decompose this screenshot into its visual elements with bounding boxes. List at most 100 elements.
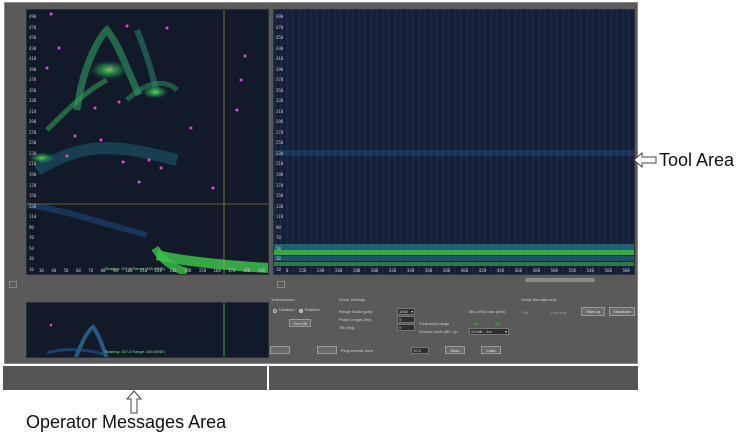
y-tick-label: 390 <box>29 66 37 72</box>
y-tick-label: 430 <box>29 45 37 51</box>
y-tick-label: 250 <box>276 140 284 146</box>
y-tick-label: 470 <box>29 24 37 30</box>
x-tick-label: 460 <box>514 268 523 273</box>
y-tick-label: 50 <box>29 245 34 251</box>
y-tick-label: 10 <box>276 266 281 272</box>
transmission-enabled-label: Enabled <box>305 307 320 312</box>
x-axis-labels-right: 0 220 240 260 280 300 320 340 360 380 400 420 440 460… <box>286 268 630 273</box>
x-tick-label: 50 <box>63 268 69 273</box>
transmission-title: Transmission <box>271 297 295 302</box>
y-tick-label: 10 <box>29 266 34 272</box>
source-level-label: Source Level (dB / 1µ <box>419 329 458 334</box>
operator-messages-arrow-icon <box>125 390 143 414</box>
x-tick-label: 180 <box>242 268 251 273</box>
y-tick-label: 250 <box>29 140 37 146</box>
y-axis-labels-right: 490 470 450 430 410 390 370 350 330 310 290 270 250 2… <box>276 14 283 272</box>
bottom-mid-button[interactable] <box>317 346 337 354</box>
y-tick-label: 490 <box>29 14 37 19</box>
y-tick-label: 410 <box>276 56 284 62</box>
ping-interval-label: Ping Interval (sec) <box>341 348 374 353</box>
y-tick-label: 390 <box>276 66 284 72</box>
y-tick-label: 150 <box>276 193 284 199</box>
tilt-input[interactable]: 0 <box>397 324 415 331</box>
chevron-down-icon: ▾ <box>504 329 507 334</box>
y-axis-labels-left: 490 470 450 430 410 390 370 350 330 310 290 270 250 2… <box>29 14 36 272</box>
y-tick-label: 310 <box>29 108 37 114</box>
y-tick-label: 450 <box>276 35 284 41</box>
y-tick-label: 30 <box>29 256 34 262</box>
x-tick-label: 340 <box>406 268 415 273</box>
right-display-corner-button[interactable] <box>277 281 285 288</box>
sonar-status-off: Off <box>523 310 529 315</box>
right-display-scrollbar[interactable] <box>525 278 595 282</box>
tilt-value: 0 <box>399 325 402 330</box>
x-tick-label: 540 <box>586 268 594 273</box>
sonar-status-running: Running <box>551 310 566 315</box>
y-tick-label: 430 <box>276 45 284 51</box>
sonar-shutdown-button[interactable]: Shutdown <box>609 307 635 316</box>
pulse-length-label: Pulse Length (ms) <box>339 317 372 322</box>
x-tick-label: 580 <box>622 268 630 273</box>
y-tick-label: 470 <box>276 24 284 30</box>
y-tick-label: 290 <box>29 119 37 125</box>
transmission-disabled-label: Disabled <box>279 307 295 312</box>
transmission-enabled-radio[interactable] <box>299 309 303 313</box>
x-tick-label: 220 <box>299 268 307 273</box>
left-display-corner-button[interactable] <box>9 281 17 288</box>
pulse-length-input[interactable]: 5 <box>397 316 415 323</box>
frequency-max-value[interactable]: 20 <box>495 321 499 326</box>
x-tick-label: 500 <box>550 268 558 273</box>
sonar-management-title: Sonar Management <box>521 297 557 302</box>
x-tick-label: 40 <box>51 268 57 273</box>
x-tick-label: 520 <box>568 268 576 273</box>
y-tick-label: 210 <box>276 161 284 167</box>
x-tick-label: 440 <box>496 268 505 273</box>
frequency-min-value[interactable]: 10 <box>473 321 477 326</box>
y-tick-label: 330 <box>29 98 37 104</box>
save-button[interactable]: Save <box>445 346 465 354</box>
x-tick-label: 30 <box>39 268 44 273</box>
tool-area-arrow-icon <box>633 151 657 169</box>
sonar-image-right <box>274 10 634 274</box>
y-tick-label: 90 <box>29 224 34 230</box>
y-tick-label: 270 <box>29 129 37 135</box>
left-display-info-label: Bearing: 107.3 Range: 345 (NNE) <box>105 266 166 271</box>
bottom-left-button[interactable] <box>270 346 290 354</box>
transmission-turn-off-button[interactable]: Turn Off <box>289 319 311 327</box>
x-tick-label: 480 <box>532 268 540 273</box>
y-tick-label: 30 <box>276 256 281 262</box>
sonar-bearing-range-display[interactable]: 490 470 450 430 410 390 370 350 330 310 290 270 250 2… <box>26 9 269 275</box>
sonar-waterfall-display[interactable]: 490 470 450 430 410 390 370 350 330 310 290 270 250 2… <box>273 9 635 275</box>
x-tick-label: 0 <box>286 268 289 273</box>
source-level-value: 220dB - 1m <box>471 329 492 334</box>
y-tick-label: 310 <box>276 108 284 114</box>
load-button[interactable]: Load <box>481 346 501 354</box>
y-tick-label: 490 <box>276 14 284 19</box>
y-tick-label: 190 <box>276 171 284 177</box>
y-tick-label: 170 <box>276 182 284 188</box>
ping-interval-input[interactable]: 10.0 <box>411 347 429 354</box>
y-tick-label: 230 <box>29 150 37 156</box>
source-level-select[interactable]: 220dB - 1m ▾ <box>469 328 509 335</box>
sonar-overview-display[interactable]: Bearing: 107.3 Range: 345 (NNE) <box>26 302 269 358</box>
frequency-range-label: Frequency range <box>419 321 450 326</box>
transmission-disabled-radio[interactable] <box>273 309 277 313</box>
range-scale-select[interactable]: 1000 ▾ <box>397 308 415 315</box>
y-tick-label: 270 <box>276 129 284 135</box>
range-scale-label: Range Scale (yds) <box>339 309 372 314</box>
sonar-settings-title: Sonar Settings <box>339 297 366 302</box>
x-tick-label: 320 <box>389 268 397 273</box>
sonar-image-left <box>27 10 268 274</box>
y-tick-label: 330 <box>276 98 284 104</box>
mini-display-info-label: Bearing: 107.3 Range: 345 (NNE) <box>105 349 166 354</box>
y-tick-label: 170 <box>29 182 37 188</box>
x-tick-label: 300 <box>371 268 379 273</box>
sonar-application-window: 490 470 450 430 410 390 370 350 330 310 290 270 250 2… <box>4 2 638 364</box>
range-scale-value: 1000 <box>399 309 408 314</box>
x-tick-label: 380 <box>442 268 451 273</box>
sonar-startup-button[interactable]: Start up <box>581 307 605 316</box>
x-tick-label: 260 <box>335 268 343 273</box>
x-tick-label: 360 <box>424 268 433 273</box>
y-tick-label: 90 <box>276 224 281 230</box>
y-tick-label: 350 <box>276 87 284 93</box>
